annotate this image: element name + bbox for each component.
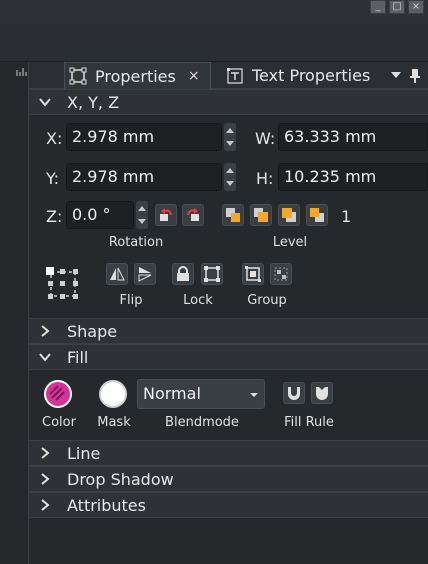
tab-text-properties-label: Text Properties [252,66,371,85]
color-caption: Color [42,415,76,430]
fill-color-swatch[interactable] [44,380,72,408]
rotation-caption: Rotation [108,235,164,250]
lock-caption: Lock [183,293,213,308]
ruler-icon[interactable] [15,66,27,78]
raise-to-top-icon [226,208,240,222]
dropdown-arrow-icon [250,393,258,397]
minimize-button[interactable]: _ [370,0,386,14]
section-shape-header[interactable]: Shape [29,318,428,344]
lock-button[interactable] [172,263,194,285]
z-label: Z: [46,207,63,226]
section-xyz-header[interactable]: X, Y, Z [29,89,428,115]
flip-vertical-button[interactable] [134,263,156,285]
chevron-right-icon [41,473,50,485]
fill-rule-evenodd-button[interactable] [283,382,305,404]
toolbar-area [0,24,428,62]
lock-icon [177,266,189,281]
lock-size-button[interactable] [201,263,223,285]
section-attributes-header[interactable]: Attributes [29,492,428,518]
level-down-button[interactable] [278,204,300,226]
w-label: W: [255,129,276,148]
group-icon [245,266,261,282]
w-field[interactable]: 63.333 mm [278,123,428,151]
flip-horizontal-button[interactable] [106,263,128,285]
color-stripes-icon [49,385,65,401]
pin-icon[interactable] [410,68,420,84]
chevron-down-icon [39,98,51,107]
rotate-left-button[interactable] [155,204,177,226]
section-line-title: Line [67,443,101,463]
level-up-button[interactable] [250,204,272,226]
section-drop-shadow-header[interactable]: Drop Shadow [29,466,428,492]
y-field[interactable]: 2.978 mm [66,163,222,191]
level-top-button[interactable] [222,204,244,226]
chevron-right-icon [41,499,50,511]
tab-close-button[interactable]: × [188,68,200,84]
raise-icon [254,208,268,222]
tab-properties[interactable]: Properties × [64,62,211,89]
section-xyz-title: X, Y, Z [67,92,120,112]
blendmode-caption: Blendmode [165,415,239,430]
tab-bar: Properties × Text Properties [29,62,428,89]
chevron-right-icon [41,447,50,459]
fill-mask-swatch[interactable] [99,380,127,408]
flip-caption: Flip [119,293,143,308]
rotate-left-icon [160,208,172,221]
text-properties-icon [227,67,243,84]
basepoint-icon[interactable] [45,266,81,302]
z-rotation-spinner[interactable] [136,201,148,229]
window-titlebar: _ □ × [0,0,428,24]
fill-rule-caption: Fill Rule [284,415,334,430]
section-attributes-title: Attributes [67,495,146,515]
z-rotation-field[interactable]: 0.0 ° [66,201,134,229]
section-shape-title: Shape [67,321,118,341]
lock-size-icon [204,266,220,282]
flip-vertical-icon [138,267,152,282]
x-spinner[interactable] [224,123,236,151]
mask-caption: Mask [97,415,131,430]
close-button[interactable]: × [408,0,424,14]
section-fill-title: Fill [67,347,89,367]
rotate-right-button[interactable] [182,204,204,226]
fill-rule-evenodd-icon [288,387,300,400]
chevron-down-icon [39,353,51,362]
lower-icon [282,208,296,222]
section-drop-shadow-title: Drop Shadow [67,469,174,489]
tab-menu-arrow-icon[interactable] [391,72,401,78]
y-spinner[interactable] [224,163,236,191]
h-label: H: [256,169,274,188]
tab-text-properties[interactable]: Text Properties [222,62,400,89]
group-button[interactable] [242,263,264,285]
rotate-right-icon [187,208,199,221]
h-field[interactable]: 10.235 mm [278,163,428,191]
properties-icon [69,67,87,85]
level-caption: Level [272,235,308,250]
left-ruler-strip [0,62,29,564]
level-bottom-button[interactable] [306,204,328,226]
section-fill-header[interactable]: Fill [29,344,428,370]
y-label: Y: [46,169,60,188]
ungroup-button[interactable] [270,263,292,285]
fill-rule-nonzero-button[interactable] [311,382,333,404]
level-value: 1 [341,207,352,226]
blendmode-select[interactable]: Normal [137,379,265,409]
lower-to-bottom-icon [310,208,324,222]
maximize-button[interactable]: □ [389,0,405,14]
chevron-right-icon [41,325,50,337]
section-line-header[interactable]: Line [29,440,428,466]
flip-horizontal-icon [110,267,125,281]
x-label: X: [46,129,63,148]
group-caption: Group [247,293,287,308]
tab-properties-label: Properties [95,66,176,86]
ungroup-icon [274,267,288,281]
fill-rule-nonzero-icon [316,387,328,400]
x-field[interactable]: 2.978 mm [66,123,222,151]
